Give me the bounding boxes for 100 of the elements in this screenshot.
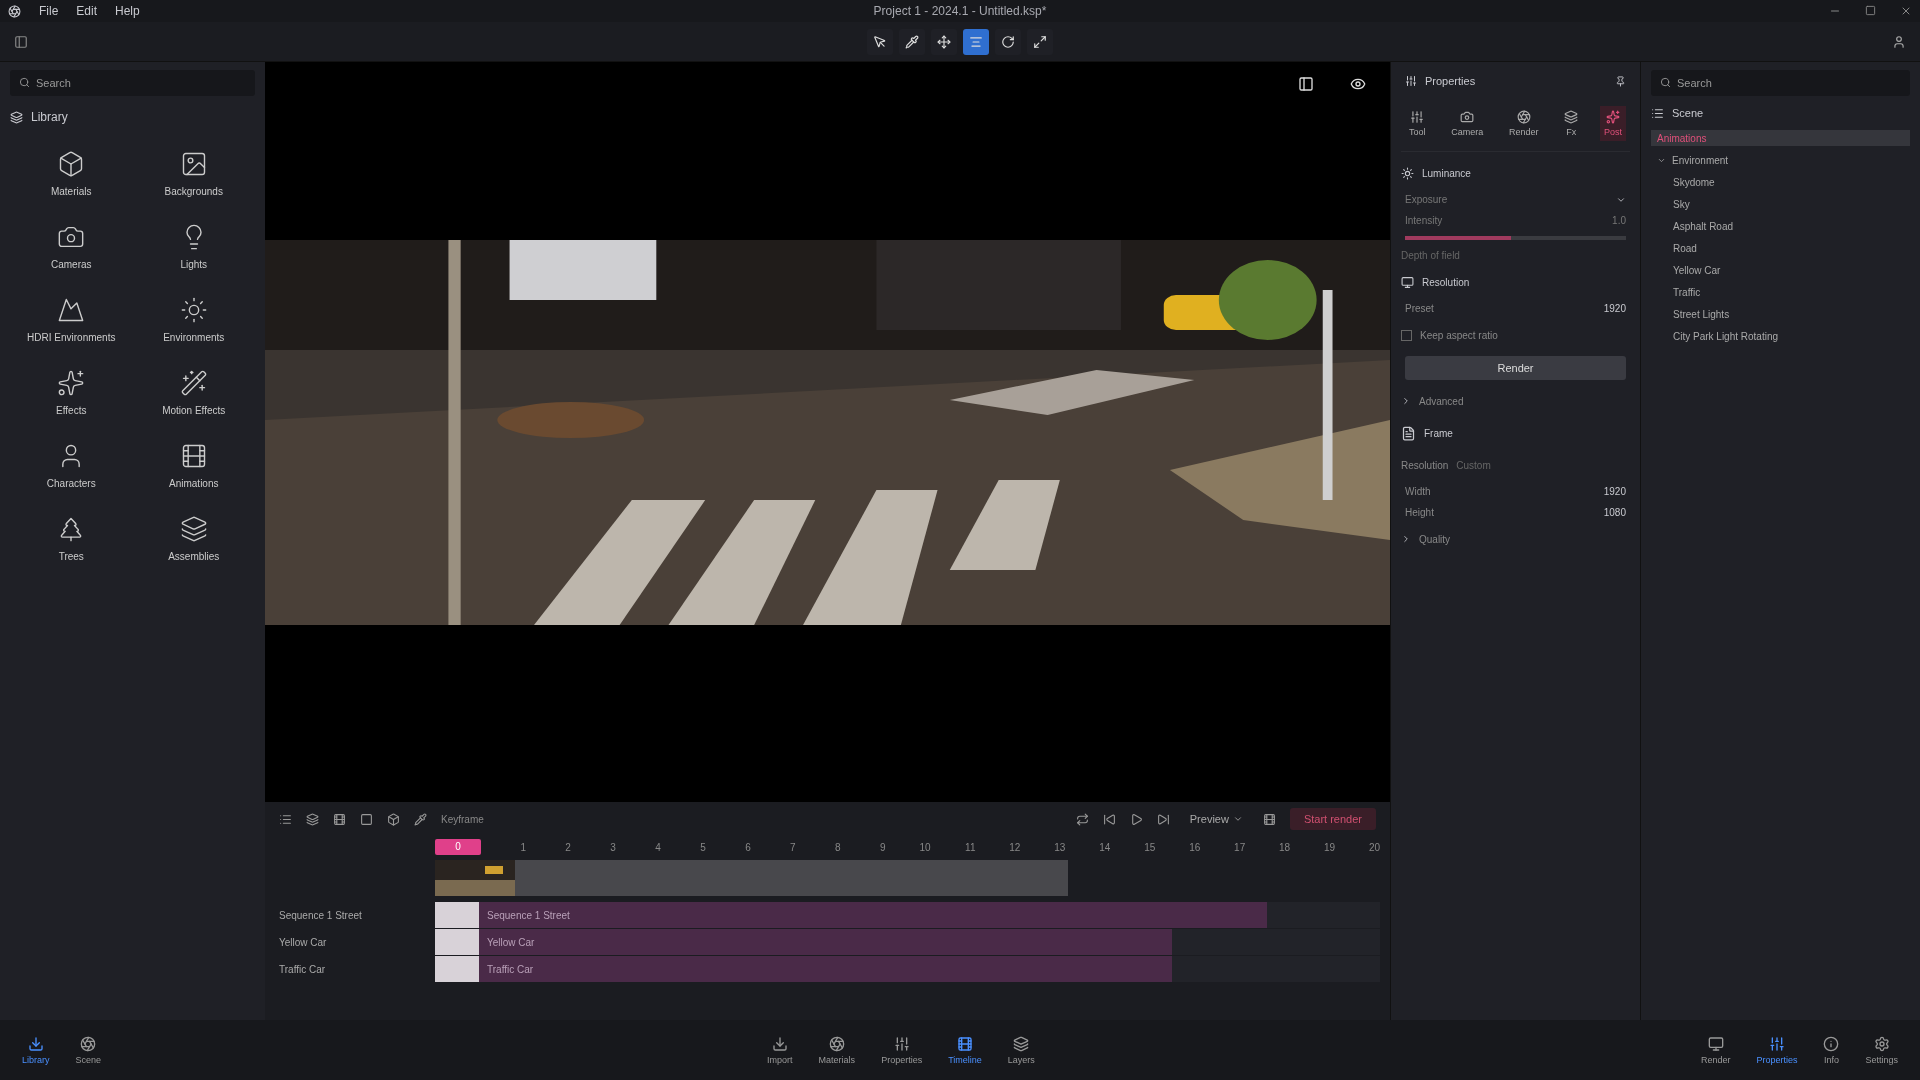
dock-button[interactable]: Info	[1821, 1033, 1842, 1067]
clip[interactable]: Yellow Car	[435, 929, 1173, 955]
list-icon[interactable]	[279, 812, 292, 826]
tree-item[interactable]: Street Lights	[1651, 306, 1910, 322]
skip-back-icon[interactable]	[1102, 812, 1116, 826]
playhead[interactable]: 0	[435, 839, 481, 855]
expander-label[interactable]: Advanced	[1419, 395, 1464, 407]
library-item[interactable]: Characters	[10, 442, 133, 489]
tool-button[interactable]	[995, 28, 1021, 55]
info-icon	[1823, 1035, 1840, 1052]
library-item[interactable]: HDRI Environments	[10, 296, 133, 343]
film-icon[interactable]	[1262, 812, 1276, 826]
layout-icon[interactable]	[1298, 76, 1314, 92]
field-value[interactable]: 1920	[1603, 486, 1626, 497]
library-item[interactable]: Trees	[10, 515, 133, 562]
library-item[interactable]: Backgrounds	[132, 150, 255, 197]
aperture-icon	[80, 1035, 97, 1052]
play-icon[interactable]	[1129, 812, 1143, 826]
clip[interactable]: Sequence 1 Street	[435, 902, 1267, 928]
dropdown-field[interactable]: Exposure	[1405, 194, 1448, 205]
video-clip[interactable]	[435, 860, 1069, 896]
tool-button[interactable]	[867, 28, 893, 55]
field-value[interactable]: 1080	[1603, 507, 1626, 518]
slider-track[interactable]	[1405, 236, 1626, 240]
expander-label[interactable]: Quality	[1419, 533, 1451, 545]
tree-item[interactable]: Asphalt Road	[1651, 218, 1910, 234]
tree-item[interactable]: Traffic	[1651, 284, 1910, 300]
sliders-icon	[893, 1035, 910, 1052]
loop-icon[interactable]	[1075, 812, 1089, 826]
library-item[interactable]: Materials	[10, 150, 133, 197]
dock-button[interactable]: Scene	[73, 1033, 104, 1067]
track-name[interactable]: Sequence 1 Street	[265, 909, 435, 921]
dock-button[interactable]: Render	[1698, 1033, 1733, 1067]
track-name[interactable]: Yellow Car	[265, 936, 435, 948]
time-tick: 16	[1188, 841, 1201, 853]
dock-button[interactable]: Import	[765, 1033, 795, 1067]
render-button[interactable]: Start render	[1289, 808, 1376, 830]
track-name[interactable]: Traffic Car	[265, 963, 435, 975]
clip[interactable]: Traffic Car	[435, 956, 1173, 982]
dock-button[interactable]: Library	[20, 1033, 52, 1067]
panel-title: Library	[31, 110, 68, 124]
search-field[interactable]: Search	[1651, 70, 1910, 96]
layers-icon	[1013, 1035, 1030, 1052]
tree-item[interactable]: Skydome	[1651, 174, 1910, 190]
tool-button[interactable]	[899, 28, 925, 55]
tree-item[interactable]: Environment	[1651, 152, 1910, 168]
pipette-icon[interactable]	[414, 812, 427, 826]
library-item[interactable]: Motion Effects	[132, 369, 255, 416]
layers-icon[interactable]	[306, 812, 319, 826]
property-tab[interactable]: Camera	[1447, 106, 1488, 141]
sun-icon	[179, 296, 208, 324]
menu-item[interactable]: File	[39, 4, 59, 18]
dock-button[interactable]: Timeline	[946, 1033, 984, 1067]
tool-button[interactable]	[1027, 28, 1053, 55]
eye-icon[interactable]	[1350, 76, 1366, 92]
library-item[interactable]: Lights	[132, 223, 255, 270]
close-icon[interactable]	[1900, 5, 1912, 17]
panel-icon[interactable]	[14, 34, 28, 49]
tree-item[interactable]: Sky	[1651, 196, 1910, 212]
property-tab[interactable]: Tool	[1405, 106, 1430, 141]
sparkles-icon	[1605, 110, 1620, 124]
dock-button[interactable]: Properties	[1754, 1033, 1800, 1067]
field-value[interactable]: 1920	[1603, 303, 1626, 314]
tree-item[interactable]: City Park Light Rotating	[1651, 328, 1910, 344]
menu-item[interactable]: Help	[115, 4, 140, 18]
property-tab[interactable]: Post	[1599, 106, 1626, 141]
chevron-icon	[1232, 814, 1243, 824]
menu-item[interactable]: Edit	[76, 4, 98, 18]
dock-button[interactable]: Materials	[816, 1033, 858, 1067]
search-field[interactable]: Search	[10, 70, 255, 96]
aperture-icon	[1516, 110, 1531, 124]
checkbox[interactable]	[1401, 329, 1412, 341]
property-tab[interactable]: Render	[1504, 106, 1543, 141]
mode-dropdown[interactable]: Preview	[1183, 812, 1249, 826]
cube-icon[interactable]	[387, 812, 400, 826]
field-label: Resolution	[1401, 459, 1449, 471]
render-button[interactable]: Render	[1405, 356, 1626, 380]
library-item[interactable]: Effects	[10, 369, 133, 416]
library-item[interactable]: Assemblies	[132, 515, 255, 562]
section-title: Luminance	[1422, 167, 1471, 179]
option-label: Depth of field	[1401, 250, 1461, 261]
tool-button[interactable]	[963, 28, 989, 55]
dock-button[interactable]: Settings	[1863, 1033, 1900, 1067]
user-icon[interactable]	[1892, 34, 1906, 49]
property-tab[interactable]: Fx	[1560, 106, 1583, 141]
pin-icon[interactable]	[1615, 75, 1626, 87]
film-icon[interactable]	[333, 812, 346, 826]
tree-item[interactable]: Road	[1651, 240, 1910, 256]
time-tick: 5	[699, 841, 706, 853]
dock-button[interactable]: Layers	[1005, 1033, 1037, 1067]
square-icon[interactable]	[360, 812, 373, 826]
library-item[interactable]: Cameras	[10, 223, 133, 270]
library-item[interactable]: Animations	[132, 442, 255, 489]
maximize-icon[interactable]	[1865, 5, 1876, 16]
tree-item[interactable]: Yellow Car	[1651, 262, 1910, 278]
dock-button[interactable]: Properties	[879, 1033, 925, 1067]
library-item[interactable]: Environments	[132, 296, 255, 343]
tool-button[interactable]	[931, 28, 957, 55]
time-tick: 15	[1143, 841, 1156, 853]
skip-forward-icon[interactable]	[1156, 812, 1170, 826]
